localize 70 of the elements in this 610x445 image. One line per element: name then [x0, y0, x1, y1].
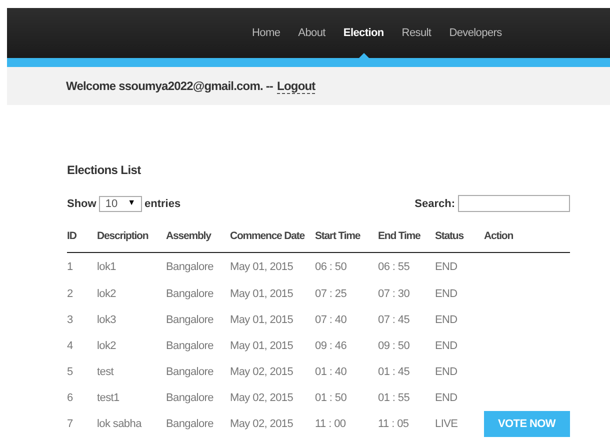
table-cell-text: lok3 — [97, 313, 117, 328]
table-cell: May 02, 2015 — [230, 359, 315, 385]
table-cell: 09 : 46 — [315, 333, 378, 359]
table-cell: 06 : 50 — [315, 252, 378, 281]
table-cell-text: Bangalore — [166, 313, 214, 328]
table-cell-text: 7 — [67, 417, 74, 432]
table-cell-text: 11 : 05 — [378, 417, 410, 432]
table-cell: END — [435, 385, 484, 411]
table-cell-text: 3 — [67, 313, 74, 328]
table-cell: 5 — [67, 359, 97, 385]
table-cell: lok1 — [97, 252, 166, 281]
show-label: Show — [67, 198, 96, 210]
nav-link[interactable]: About — [289, 8, 334, 58]
table-cell: 1 — [67, 252, 97, 281]
table-cell-text: Bangalore — [166, 287, 214, 302]
table-cell: May 01, 2015 — [230, 281, 315, 307]
table-cell-text: END — [435, 313, 458, 328]
welcome-text: Welcome ssoumya2022@gmail.com. -- — [66, 79, 274, 93]
nav-link[interactable]: Developers — [440, 8, 511, 58]
table-cell-text: lok2 — [97, 339, 117, 354]
table-cell-text: May 02, 2015 — [230, 417, 294, 432]
table-cell-text: lok sabha — [97, 417, 143, 432]
table-cell: 6 — [67, 385, 97, 411]
column-header: End Time — [378, 220, 435, 252]
table-cell-text: Bangalore — [166, 339, 214, 354]
column-header: ID — [67, 220, 97, 252]
table-cell: Bangalore — [166, 252, 230, 281]
column-header: Assembly — [166, 220, 230, 252]
table-cell: May 01, 2015 — [230, 333, 315, 359]
entries-select[interactable]: 10 ▼ — [99, 196, 142, 212]
table-cell-text: 2 — [67, 287, 74, 302]
table-cell-text: 01 : 45 — [378, 365, 411, 380]
table-cell-text: lok2 — [97, 287, 117, 302]
search-label: Search: — [414, 198, 455, 210]
table-cell-text: 4 — [67, 339, 74, 354]
table-cell-text: Bangalore — [166, 417, 214, 432]
table-cell-text: test1 — [97, 391, 120, 406]
column-header: Action — [484, 220, 570, 252]
nav-link[interactable]: Result — [392, 8, 440, 58]
column-header: Commence Date — [230, 220, 315, 252]
table-cell-text: 01 : 55 — [378, 391, 411, 406]
table-cell: 01 : 50 — [315, 385, 378, 411]
table-cell-text: Bangalore — [166, 391, 214, 406]
table-cell: 06 : 55 — [378, 252, 435, 281]
column-header: Status — [435, 220, 484, 252]
entries-label: entries — [144, 198, 181, 210]
search-field[interactable] — [458, 195, 570, 212]
column-header: Description — [97, 220, 166, 252]
table-cell: 07 : 40 — [315, 307, 378, 333]
table-cell: May 02, 2015 — [230, 385, 315, 411]
table-cell-text: END — [435, 365, 458, 380]
table-cell: 07 : 25 — [315, 281, 378, 307]
table-cell: 01 : 40 — [315, 359, 378, 385]
table-cell: END — [435, 252, 484, 281]
table-cell: May 01, 2015 — [230, 252, 315, 281]
table-cell-text: END — [435, 339, 458, 354]
table-cell-text: 11 : 00 — [315, 417, 347, 432]
table-cell-text: test — [97, 365, 115, 380]
table-cell: LIVE — [435, 411, 484, 437]
column-header: Start Time — [315, 220, 378, 252]
nav-link[interactable]: Election — [334, 8, 393, 58]
table-cell-text: 09 : 50 — [378, 339, 411, 354]
table-cell-text: END — [435, 287, 458, 302]
table-cell-text: 07 : 45 — [378, 313, 411, 328]
section-title: Elections List — [67, 163, 142, 177]
nav-link[interactable]: Home — [243, 8, 290, 58]
table-cell-text: 07 : 30 — [378, 287, 411, 302]
table-cell-text: Bangalore — [166, 365, 214, 380]
table-cell: May 01, 2015 — [230, 307, 315, 333]
logout-link[interactable]: Logout — [277, 78, 316, 94]
